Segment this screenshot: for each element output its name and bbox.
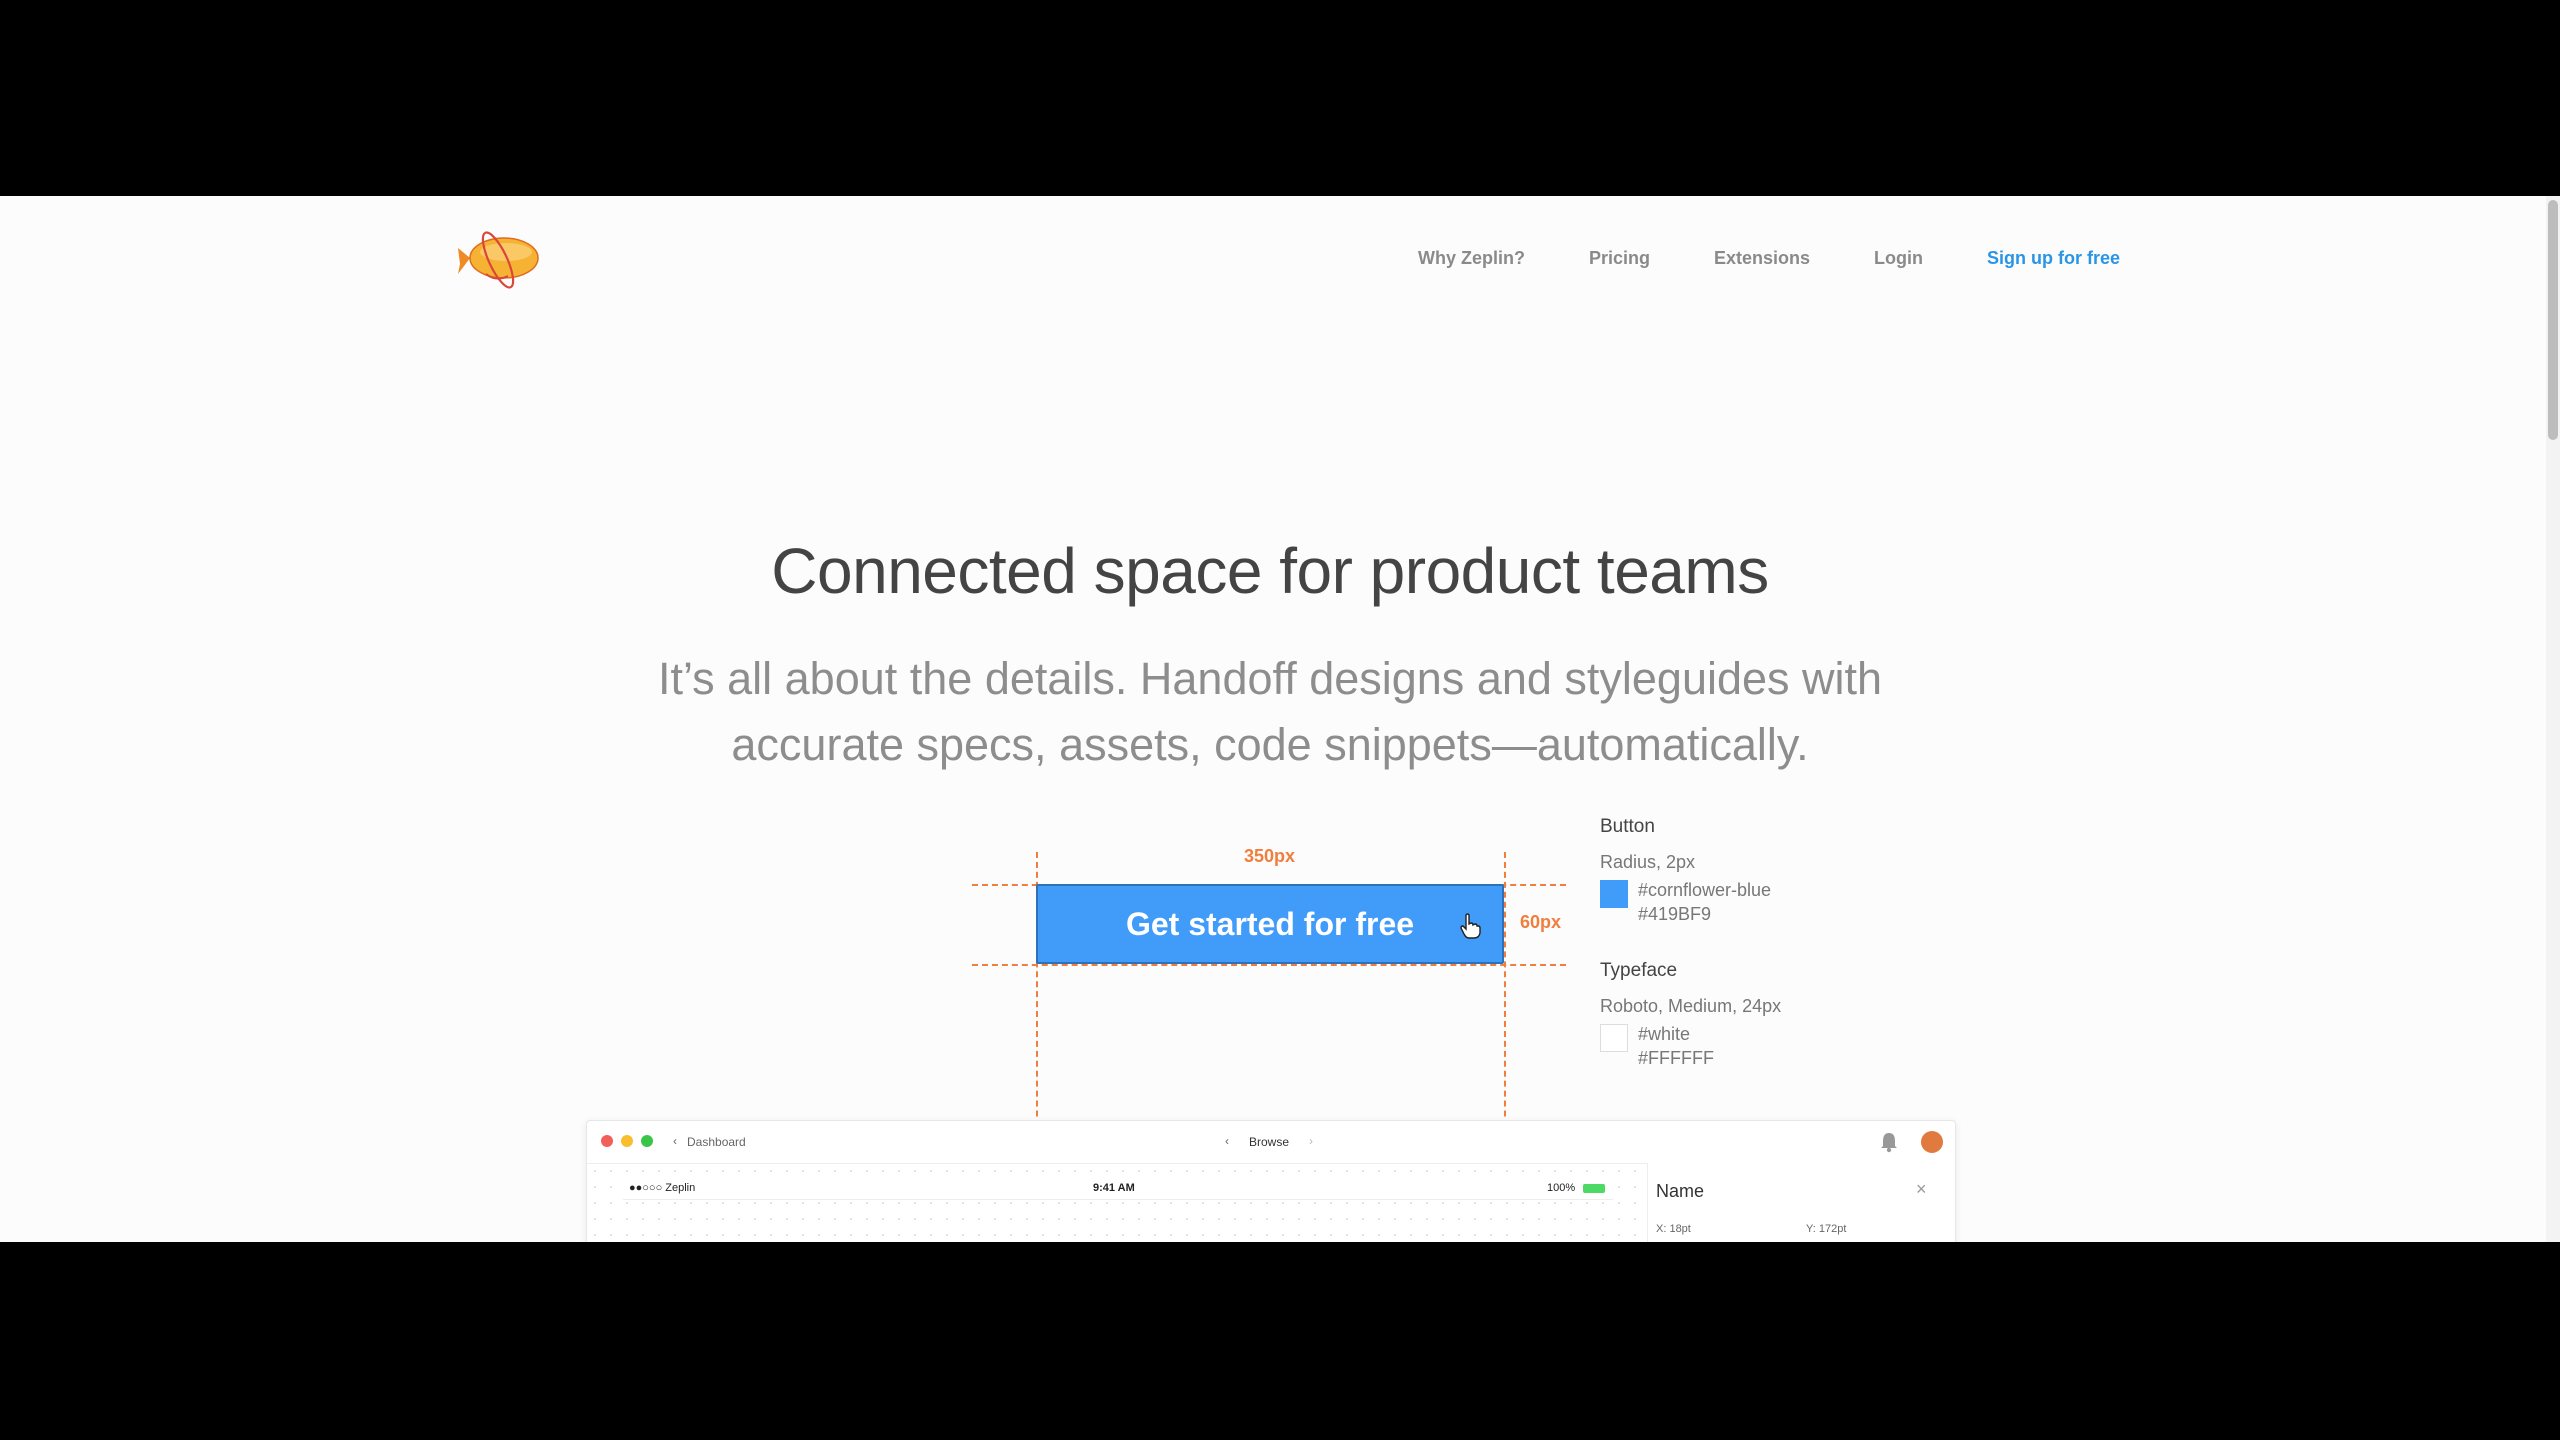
button-spec-heading: Button [1600,816,1655,837]
window-close-dot [601,1135,613,1147]
radius-spec: Radius, 2px [1600,852,1696,872]
chevron-left-icon: ‹ [1225,1134,1229,1148]
browse-label: Browse [1249,1135,1290,1149]
window-minimize-dot [621,1135,633,1147]
text-color-name: #white [1638,1024,1691,1044]
back-dashboard: Dashboard [687,1135,746,1149]
color-swatch-white [1600,1024,1628,1052]
chevron-left-icon: ‹ [673,1134,677,1148]
nav-pricing[interactable]: Pricing [1589,248,1650,269]
hand-cursor-icon [1460,913,1481,939]
chevron-right-icon: › [1309,1134,1313,1148]
y-coordinate: Y: 172pt [1806,1223,1847,1235]
inspector-panel: Name × X: 18pt Y: 172pt [1647,1163,1955,1242]
zeplin-logo-icon[interactable] [456,226,546,296]
color-swatch-blue [1600,880,1628,908]
carrier-label: ●●○○○ Zeplin [629,1182,696,1194]
text-color-hex: #FFFFFF [1638,1048,1714,1068]
hero-subtitle-line1: It’s all about the details. Handoff desi… [657,653,1883,704]
nav-signup[interactable]: Sign up for free [1987,248,2120,269]
hero-subtitle: It’s all about the details. Handoff desi… [600,646,1940,778]
phone-status-bar: ●●○○○ Zeplin 9:41 AM 100% [623,1179,1613,1200]
top-nav: Why Zeplin? Pricing Extensions Login Sig… [1400,232,2120,284]
scrollbar-thumb[interactable] [2548,200,2558,440]
typeface-spec-heading: Typeface [1600,960,1678,981]
design-canvas: ●●○○○ Zeplin 9:41 AM 100% [587,1163,1647,1242]
battery-icon [1583,1184,1605,1193]
browser-viewport: Why Zeplin? Pricing Extensions Login Sig… [0,196,2560,1242]
app-titlebar: ‹ Dashboard ‹ Browse › [587,1121,1955,1164]
panel-title: Name [1656,1181,1705,1201]
status-time: 9:41 AM [1093,1182,1135,1194]
scrollbar[interactable] [2546,196,2560,1242]
battery-label: 100% [1547,1182,1576,1194]
x-coordinate: X: 18pt [1656,1223,1691,1235]
color-name: #cornflower-blue [1638,880,1772,900]
color-hex: #419BF9 [1638,904,1712,924]
bell-icon [1881,1133,1897,1153]
nav-why-zeplin[interactable]: Why Zeplin? [1418,248,1525,269]
avatar [1921,1131,1943,1153]
width-measurement: 350px [1244,846,1296,866]
get-started-button[interactable]: Get started for free [1036,884,1504,964]
guide-bottom [972,964,1566,966]
hero-title: Connected space for product teams [771,535,1769,607]
nav-login[interactable]: Login [1874,248,1923,269]
app-preview-window: ‹ Dashboard ‹ Browse › ●●○○○ Zeplin 9:41… [586,1120,1956,1242]
close-icon[interactable]: × [1916,1179,1927,1200]
height-measurement: 60px [1520,912,1562,932]
window-zoom-dot [641,1135,653,1147]
nav-extensions[interactable]: Extensions [1714,248,1810,269]
hero-subtitle-line2: accurate specs, assets, code snippets—au… [731,719,1809,770]
typeface-spec: Roboto, Medium, 24px [1600,996,1782,1016]
